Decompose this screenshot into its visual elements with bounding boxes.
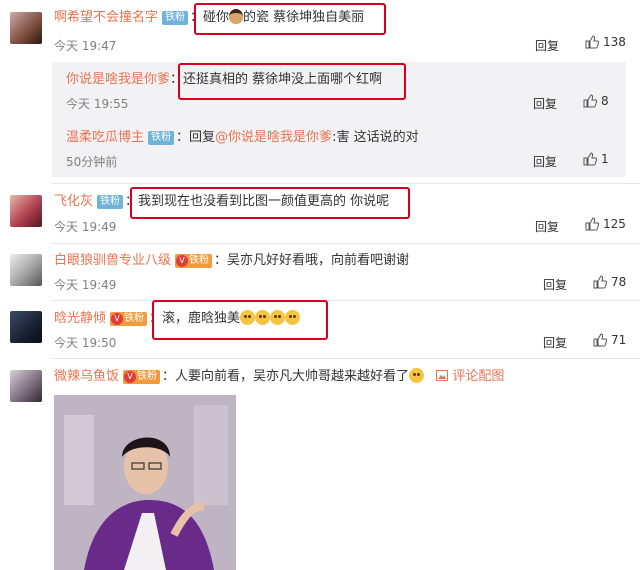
smiley-emoji-icon: [285, 310, 301, 325]
divider: [52, 183, 640, 184]
like-count: 78: [611, 275, 627, 289]
sub-reply-text: :害 这话说的对: [332, 130, 419, 145]
fan-badge: 铁粉: [97, 195, 124, 209]
username-link[interactable]: 微辣乌鱼饭: [54, 369, 119, 384]
timestamp: 50分钟前: [66, 155, 118, 169]
sub-reply-text: 还挺真相的 蔡徐坤没上面哪个红啊: [183, 72, 383, 87]
like-button[interactable]: 125: [585, 217, 626, 231]
thumbs-up-icon: [593, 333, 608, 347]
sub-reply-body: 你说是啥我是你爹：还挺真相的 蔡徐坤没上面哪个红啊: [66, 72, 383, 87]
comment-text: 碰你: [203, 10, 230, 25]
like-count: 71: [611, 333, 627, 347]
person-photo-image: [54, 395, 236, 570]
face-emoji-icon: [229, 9, 244, 24]
fan-badge: 铁粉: [162, 11, 189, 25]
comment-text: 吴亦凡好好看哦，向前看吧谢谢: [227, 253, 410, 268]
divider: [52, 358, 640, 359]
timestamp: 今天 19:49: [54, 220, 117, 234]
like-button[interactable]: 138: [585, 35, 626, 49]
reply-button[interactable]: 回复: [543, 334, 567, 351]
comment-text: 人要向前看，吴亦凡大帅哥越来越好看了: [175, 369, 410, 384]
divider: [52, 243, 640, 244]
comment-text: 我到现在也没看到比图一颜值更高的 你说呢: [138, 194, 390, 209]
timestamp: 今天 19:47: [54, 39, 117, 53]
comment-photo[interactable]: [54, 395, 236, 570]
avatar[interactable]: [10, 311, 42, 343]
grin-emoji-icon: [409, 368, 425, 383]
timestamp: 今天 19:50: [54, 336, 117, 350]
username-link[interactable]: 晗光静倾: [54, 311, 106, 326]
like-button[interactable]: 8: [583, 94, 609, 108]
username-link[interactable]: 白眼狼驯兽专业八级: [54, 253, 171, 268]
comment-body: 飞化灰 铁粉 ：我到现在也没看到比图一颜值更高的 你说呢: [54, 194, 390, 209]
thumbs-up-icon: [593, 275, 608, 289]
comment-body: 白眼狼驯兽专业八级 V 铁粉 ：吴亦凡好好看哦，向前看吧谢谢: [54, 253, 410, 268]
reply-button[interactable]: 回复: [533, 95, 557, 112]
like-count: 1: [601, 152, 609, 166]
reply-button[interactable]: 回复: [535, 218, 559, 235]
username-link[interactable]: 啊希望不会撞名字: [54, 10, 158, 25]
like-button[interactable]: 71: [593, 333, 626, 347]
reply-button[interactable]: 回复: [533, 153, 557, 170]
like-button[interactable]: 1: [583, 152, 609, 166]
comment-body: 啊希望不会撞名字 铁粉 ：碰你 的瓷 蔡徐坤独自美丽: [54, 9, 365, 25]
comment-text-cont: 的瓷 蔡徐坤独自美丽: [243, 10, 365, 25]
reply-button[interactable]: 回复: [535, 37, 559, 54]
image-icon: [436, 370, 449, 381]
like-button[interactable]: 78: [593, 275, 626, 289]
comment-body: 晗光静倾 V 铁粉 ：滚，鹿晗独美: [54, 309, 301, 329]
thumbs-up-icon: [583, 94, 598, 108]
like-count: 125: [603, 217, 626, 231]
mention-link[interactable]: @你说是啥我是你爹: [215, 130, 332, 145]
fan-badge: V 铁粉: [123, 370, 161, 384]
sub-reply-body: 温柔吃瓜博主 铁粉 ：回复@你说是啥我是你爹:害 这话说的对: [66, 130, 419, 145]
comment-image-link[interactable]: 评论配图: [436, 369, 504, 384]
smiley-emoji-icon: [255, 310, 271, 325]
comment-body: 微辣乌鱼饭 V 铁粉 ：人要向前看，吴亦凡大帅哥越来越好看了 评论配图: [54, 368, 505, 384]
reply-prefix: 回复: [189, 130, 216, 145]
divider: [52, 300, 640, 301]
smiley-emoji-icon: [240, 310, 256, 325]
reply-button[interactable]: 回复: [543, 276, 567, 293]
username-link[interactable]: 飞化灰: [54, 194, 93, 209]
timestamp: 今天 19:49: [54, 278, 117, 292]
avatar[interactable]: [10, 12, 42, 44]
thumbs-up-icon: [585, 35, 600, 49]
username-link[interactable]: 温柔吃瓜博主: [66, 130, 144, 145]
vip-icon: V: [111, 313, 124, 325]
vip-icon: V: [176, 255, 189, 267]
fan-badge: V 铁粉: [110, 312, 148, 326]
comment-image-label: 评论配图: [452, 369, 505, 384]
fan-badge: V 铁粉: [175, 254, 213, 268]
like-count: 8: [601, 94, 609, 108]
comment-text: 滚，鹿晗独美: [162, 311, 241, 326]
avatar[interactable]: [10, 254, 42, 286]
like-count: 138: [603, 35, 626, 49]
smiley-emoji-icon: [270, 310, 286, 325]
thumbs-up-icon: [585, 217, 600, 231]
avatar[interactable]: [10, 195, 42, 227]
fan-badge: 铁粉: [148, 131, 175, 145]
vip-icon: V: [124, 371, 137, 383]
username-link[interactable]: 你说是啥我是你爹: [66, 72, 170, 87]
timestamp: 今天 19:55: [66, 97, 129, 111]
thumbs-up-icon: [583, 152, 598, 166]
avatar[interactable]: [10, 370, 42, 402]
